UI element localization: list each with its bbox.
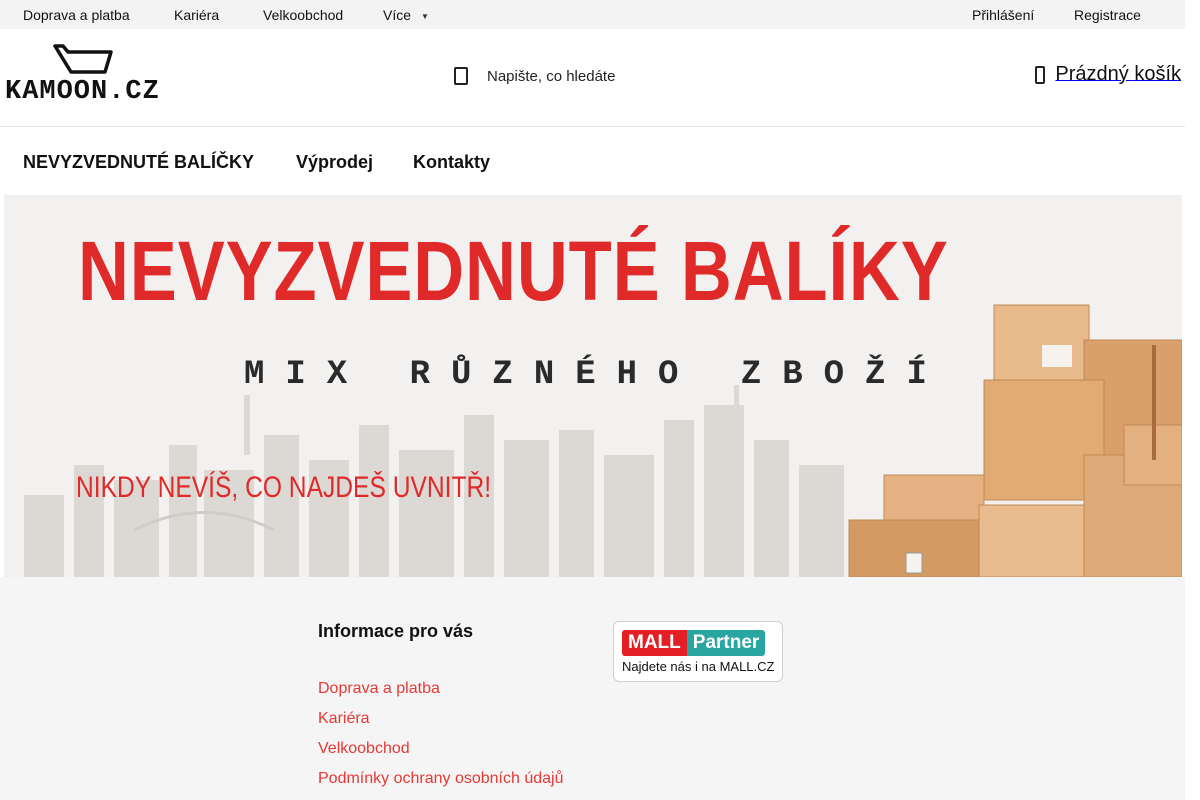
footer-link-wholesale[interactable]: Velkoobchod — [318, 740, 410, 758]
topbar-more-menu[interactable]: Více ▼ — [383, 7, 429, 23]
login-link[interactable]: Přihlášení — [972, 7, 1034, 23]
search-icon[interactable] — [454, 67, 468, 85]
logo-text: KAMOON.CZ — [5, 77, 160, 107]
mall-partner-label: Partner — [686, 630, 766, 656]
footer-link-shipping[interactable]: Doprava a platba — [318, 680, 440, 698]
site-header: KAMOON.CZ Napište, co hledáte Prázdný ko… — [0, 29, 1185, 127]
info-section-title: Informace pro vás — [318, 621, 474, 641]
mall-partner-badge[interactable]: MALL Partner Najdete nás i na MALL.CZ — [613, 621, 783, 682]
topbar-more-label: Více — [383, 7, 412, 23]
cart-button[interactable]: Prázdný košík — [1035, 63, 1181, 91]
mall-logo: MALL Partner — [622, 630, 766, 656]
nav-item-sale[interactable]: Výprodej — [296, 152, 373, 173]
topbar-link-wholesale[interactable]: Velkoobchod — [263, 7, 343, 23]
main-nav: NEVYZVEDNUTÉ BALÍČKY Výprodej Kontakty — [0, 127, 1185, 195]
basket-logo-icon — [53, 44, 113, 74]
cart-label: Prázdný košík — [1055, 63, 1181, 85]
cart-icon — [1035, 65, 1046, 84]
topbar-link-shipping[interactable]: Doprava a platba — [23, 7, 130, 23]
chevron-down-icon: ▼ — [421, 11, 429, 21]
topbar-link-career[interactable]: Kariéra — [174, 7, 219, 23]
search-input[interactable]: Napište, co hledáte — [487, 68, 615, 85]
nav-item-unclaimed-packages[interactable]: NEVYZVEDNUTÉ BALÍČKY — [23, 152, 254, 173]
hero-banner[interactable]: NEVYZVEDNUTÉ BALÍKY MIX RŮZNÉHO ZBOŽÍ NI… — [4, 195, 1182, 577]
page: Doprava a platba Kariéra Velkoobchod Víc… — [0, 0, 1200, 800]
register-link[interactable]: Registrace — [1074, 7, 1141, 23]
banner-tagline: NIKDY NEVÍŠ, CO NAJDEŠ UVNITŘ! — [76, 471, 492, 504]
footer-link-privacy[interactable]: Podmínky ochrany osobních údajů — [318, 770, 563, 788]
footer-link-career[interactable]: Kariéra — [318, 710, 370, 728]
site-logo[interactable]: KAMOON.CZ — [5, 44, 180, 107]
search-box[interactable]: Napište, co hledáte — [449, 59, 809, 95]
banner-subtitle: MIX RŮZNÉHO ZBOŽÍ — [244, 356, 948, 394]
nav-item-contacts[interactable]: Kontakty — [413, 152, 490, 173]
footer-info: Informace pro vás Doprava a platba Karié… — [0, 577, 1185, 800]
mall-subtitle: Najdete nás i na MALL.CZ — [622, 659, 775, 674]
banner-title: NEVYZVEDNUTÉ BALÍKY — [78, 224, 949, 318]
top-bar: Doprava a platba Kariéra Velkoobchod Víc… — [0, 0, 1185, 29]
mall-brand-label: MALL — [622, 630, 687, 656]
